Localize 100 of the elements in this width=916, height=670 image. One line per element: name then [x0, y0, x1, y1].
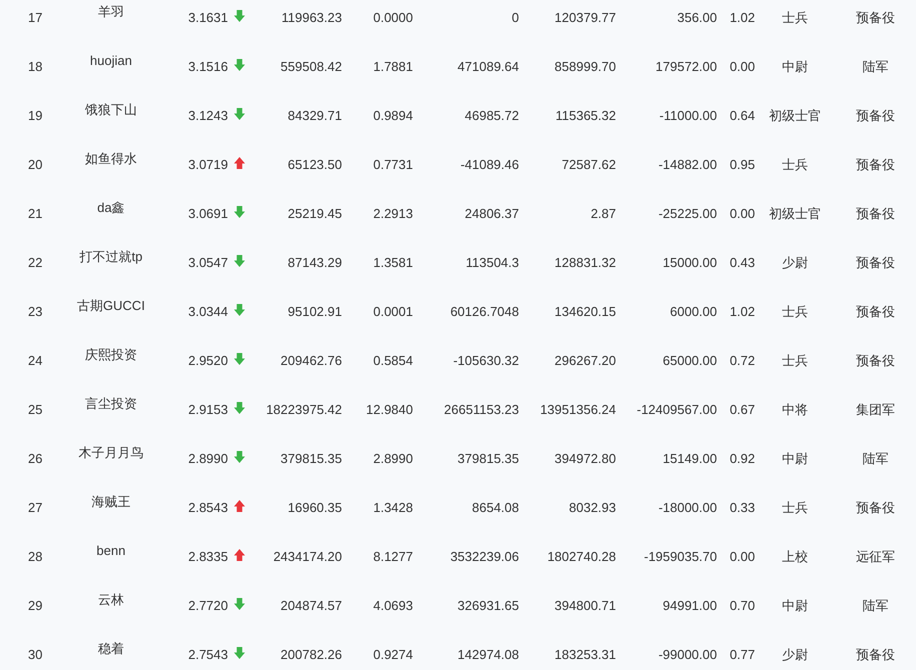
table-cell: 134620.15: [554, 304, 616, 319]
score-cell: 2.9520: [188, 353, 228, 368]
rank-title-cell: 中尉: [782, 450, 808, 468]
rank-title-cell: 初级士官: [769, 106, 821, 124]
name-cell: benn: [96, 543, 126, 558]
table-cell: -99000.00: [658, 647, 717, 662]
table-cell: 379815.35: [280, 451, 342, 466]
name-cell: 古期GUCCI: [77, 296, 145, 314]
name-cell: 打不过就tp: [80, 248, 142, 266]
table-cell: 1.3428: [373, 500, 413, 515]
down-arrow-icon: [234, 59, 244, 71]
rank-title-cell: 上校: [782, 548, 808, 566]
rank-cell-text: 20: [27, 157, 42, 172]
rank-title-cell: 士兵: [782, 8, 808, 26]
table-cell: 0.0000: [373, 10, 413, 25]
table-cell: 陆军: [862, 450, 888, 468]
table-cell: 87143.29: [288, 255, 342, 270]
name-cell: 言尘投资: [85, 394, 137, 412]
table-cell: 0.92: [730, 451, 755, 466]
table-cell: 559508.42: [280, 59, 342, 74]
table-cell: 预备役: [856, 156, 895, 174]
table-cell: 209462.76: [280, 353, 342, 368]
table-cell: 1.3581: [373, 255, 413, 270]
table-cell: 142974.08: [458, 647, 519, 662]
rank-title-cell: 少尉: [782, 646, 808, 664]
score-cell: 3.1243: [188, 108, 228, 123]
table-cell: 陆军: [862, 58, 888, 76]
table-cell: 18223975.42: [266, 402, 342, 417]
score-cell: 3.1516: [188, 59, 228, 74]
up-arrow-icon: [234, 157, 244, 169]
table-cell: 预备役: [856, 302, 895, 320]
table-cell: 95102.91: [288, 304, 342, 319]
table-cell: 296267.20: [554, 353, 616, 368]
rank-cell-text: 18: [27, 59, 42, 74]
table-cell: 6000.00: [670, 304, 717, 319]
down-arrow-icon: [234, 451, 244, 463]
table-cell: 128831.32: [554, 255, 616, 270]
table-cell: 204874.57: [280, 598, 342, 613]
table-cell: 379815.35: [458, 451, 519, 466]
table-cell: -1959035.70: [644, 549, 717, 564]
name-cell: 如鱼得水: [85, 150, 137, 168]
table-cell: 0.33: [730, 500, 755, 515]
table-cell: 预备役: [856, 646, 895, 664]
rank-cell-text: 22: [27, 255, 42, 270]
table-cell: 72587.62: [562, 157, 616, 172]
down-arrow-icon: [234, 206, 244, 218]
table-cell: 0.5854: [373, 353, 413, 368]
rank-cell-text: 24: [27, 353, 42, 368]
table-cell: 预备役: [856, 498, 895, 516]
table-cell: 179572.00: [656, 59, 717, 74]
score-cell: 3.0344: [188, 304, 228, 319]
score-cell: 3.1631: [188, 10, 228, 25]
table-cell: 16960.35: [288, 500, 342, 515]
table-cell: 1.7881: [373, 59, 413, 74]
down-arrow-icon: [234, 10, 244, 22]
name-cell: 庆熙投资: [85, 346, 137, 364]
table-cell: 394972.80: [554, 451, 616, 466]
rank-title-cell: 中将: [782, 400, 808, 418]
table-cell: 183253.31: [554, 647, 616, 662]
table-cell: 集团军: [856, 400, 895, 418]
rank-title-cell: 中尉: [782, 58, 808, 76]
rank-title-cell: 初级士官: [769, 204, 821, 222]
up-arrow-icon: [234, 500, 244, 512]
table-cell: 25219.45: [288, 206, 342, 221]
name-cell: da鑫: [97, 198, 125, 216]
down-arrow-icon: [234, 255, 244, 267]
table-cell: 预备役: [856, 352, 895, 370]
table-cell: 60126.7048: [450, 304, 519, 319]
table-cell: 65000.00: [662, 353, 717, 368]
table-cell: 1.02: [730, 304, 755, 319]
table-cell: 84329.71: [288, 108, 342, 123]
table-cell: 0.00: [730, 59, 755, 74]
down-arrow-icon: [234, 353, 244, 365]
table-cell: -25225.00: [658, 206, 717, 221]
table-cell: 8032.93: [569, 500, 616, 515]
table-cell: 1.02: [730, 10, 755, 25]
table-cell: 0.00: [730, 549, 755, 564]
table-cell: 2.2913: [373, 206, 413, 221]
table-cell: 115365.32: [556, 108, 616, 123]
down-arrow-icon: [234, 108, 244, 120]
table-cell: 2434174.20: [273, 549, 342, 564]
rank-cell-text: 19: [27, 108, 42, 123]
table-cell: 65123.50: [288, 157, 342, 172]
name-cell: 饿狼下山: [85, 100, 137, 118]
rank-title-cell: 士兵: [782, 156, 808, 174]
table-cell: 3532239.06: [450, 549, 519, 564]
table-cell: 0.77: [730, 647, 755, 662]
table-cell: 0.43: [730, 255, 755, 270]
table-cell: 0.00: [730, 206, 755, 221]
rank-cell-text: 29: [27, 598, 42, 613]
rank-cell-text: 30: [27, 647, 42, 662]
table-cell: 13951356.24: [540, 402, 616, 417]
table-cell: -41089.46: [460, 157, 519, 172]
score-cell: 2.7543: [188, 647, 228, 662]
table-cell: 预备役: [856, 204, 895, 222]
down-arrow-icon: [234, 304, 244, 316]
rank-cell-text: 26: [27, 451, 42, 466]
table-cell: 94991.00: [662, 598, 717, 613]
table-cell: 12.9840: [366, 402, 413, 417]
table-cell: 119963.23: [282, 10, 342, 25]
